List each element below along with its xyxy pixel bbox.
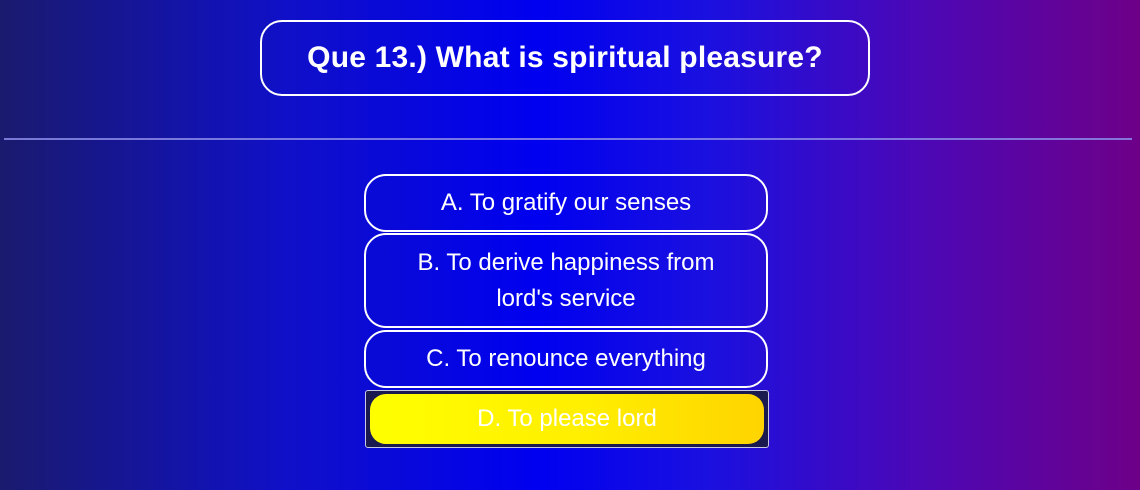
option-c-label: C. To renounce everything xyxy=(426,345,706,372)
option-a-label: A. To gratify our senses xyxy=(440,189,692,216)
option-b-button[interactable]: B. To derive happiness from lord's servi… xyxy=(364,233,768,328)
option-c-button[interactable]: C. To renounce everything xyxy=(364,330,768,388)
question-box: Que 13.) What is spiritual pleasure? xyxy=(260,20,870,96)
question-text: Que 13.) What is spiritual pleasure? xyxy=(307,41,823,74)
option-b-label: B. To derive happiness from lord's servi… xyxy=(417,248,715,312)
option-d-label: D. To please lord xyxy=(477,405,657,432)
option-a-button[interactable]: A. To gratify our senses xyxy=(364,174,768,232)
option-d-button[interactable]: D. To please lord xyxy=(370,394,764,444)
divider xyxy=(4,138,1132,140)
option-d-frame: D. To please lord xyxy=(365,390,769,448)
